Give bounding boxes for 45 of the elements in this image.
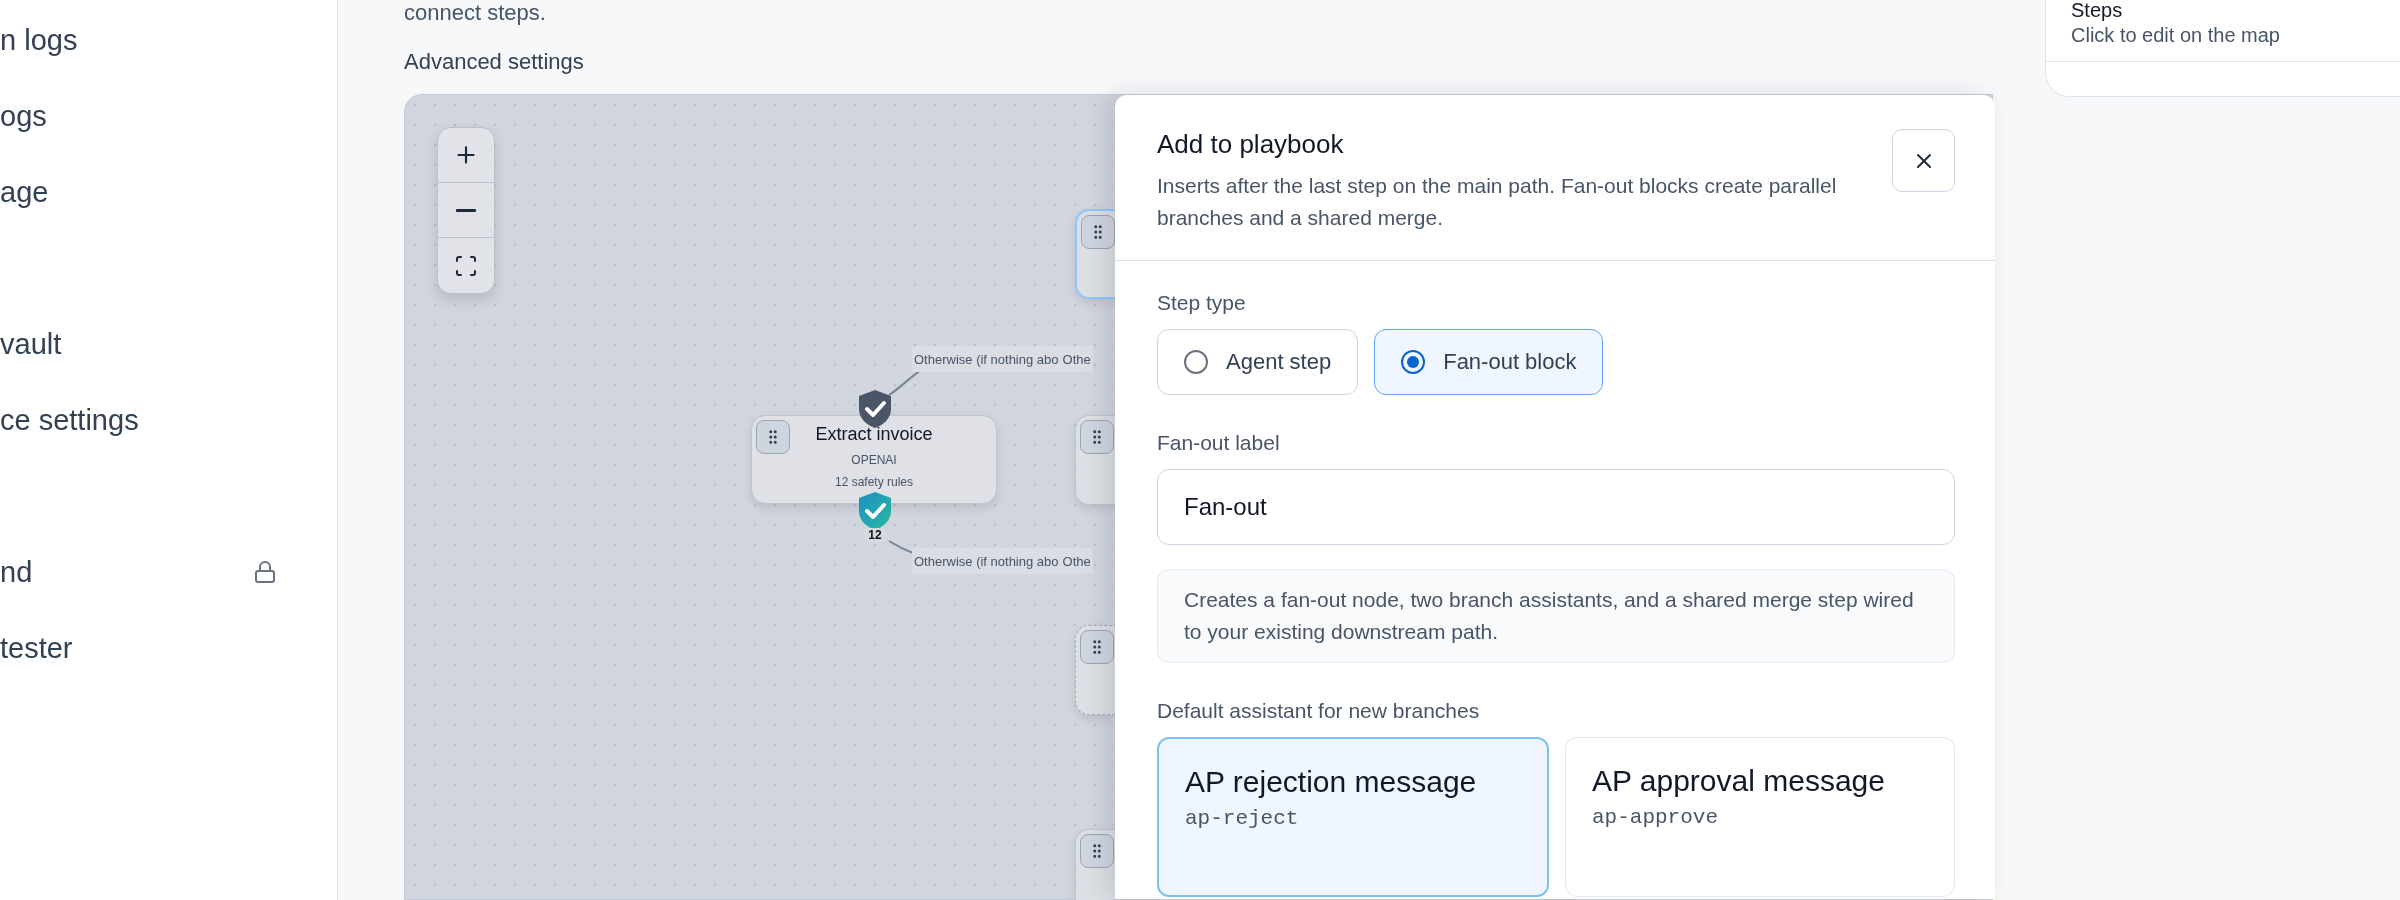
sidebar-item[interactable]: age — [0, 154, 337, 230]
edge-label: Otherwise (if nothing abo — [913, 553, 1060, 569]
edge-label: Othe — [1061, 553, 1092, 569]
sidebar-item[interactable]: vault — [0, 306, 337, 382]
sidebar-item[interactable]: ce settings — [0, 382, 337, 458]
intro-text: connect steps. — [404, 0, 547, 27]
step-type-option[interactable]: Fan-out block — [1374, 329, 1604, 395]
close-button[interactable] — [1892, 129, 1955, 192]
flow-node[interactable] — [1075, 625, 1115, 715]
drag-handle[interactable] — [756, 420, 790, 454]
flow-node[interactable] — [1075, 209, 1115, 299]
field-label: Step type — [1157, 291, 1247, 315]
step-type-option[interactable]: Agent step — [1157, 329, 1359, 395]
edge-label: Othe — [1061, 351, 1092, 367]
fan-out-label-field[interactable]: Fan-out — [1157, 469, 1955, 545]
node-title: Extract invoice — [815, 424, 933, 445]
field-label: Fan-out label — [1157, 431, 1281, 455]
drag-handle[interactable] — [1080, 630, 1114, 664]
flow-node[interactable] — [1075, 829, 1115, 900]
rule-count: 12 — [863, 528, 887, 542]
shield-check-icon — [857, 491, 893, 531]
panel-title: Add to playbook — [1157, 129, 1345, 160]
drag-handle[interactable] — [1081, 215, 1115, 249]
assistant-card[interactable]: AP rejection message ap-reject — [1157, 737, 1549, 897]
node-provider: OPENAI — [851, 453, 897, 467]
info-note: Creates a fan-out node, two branch assistants, and a shared merge step wired to your existing downstream path. — [1157, 569, 1955, 663]
card-title: Steps — [2070, 0, 2124, 20]
sidebar-item[interactable]: n logs — [0, 2, 337, 78]
assistant-card[interactable]: AP approval message ap-approve — [1565, 737, 1955, 897]
sidebar-item[interactable]: tester — [0, 610, 337, 686]
card-subtitle: Click to edit on the map — [2046, 24, 2400, 62]
minus-icon — [456, 208, 476, 212]
edge-label: Otherwise (if nothing abo — [913, 351, 1060, 367]
sidebar-item[interactable]: nd — [0, 534, 337, 610]
node-rules: 12 safety rules — [834, 475, 913, 489]
shield-check-icon — [857, 389, 893, 429]
sidebar-item[interactable]: ogs — [0, 78, 337, 154]
panel-description: Inserts after the last step on the main path. Fan-out blocks create parallel branches and a shared merge. — [1157, 173, 1838, 231]
flow-node[interactable]: Extract invoice OPENAI 12 safety rules — [751, 415, 997, 504]
drag-handle[interactable] — [1080, 420, 1114, 454]
advanced-settings-link[interactable]: Advanced settings — [404, 30, 1993, 94]
flow-node[interactable] — [1075, 415, 1115, 505]
fit-view-icon — [454, 253, 478, 278]
field-label: Default assistant for new branches — [1157, 699, 1481, 723]
drag-handle[interactable] — [1080, 834, 1114, 868]
